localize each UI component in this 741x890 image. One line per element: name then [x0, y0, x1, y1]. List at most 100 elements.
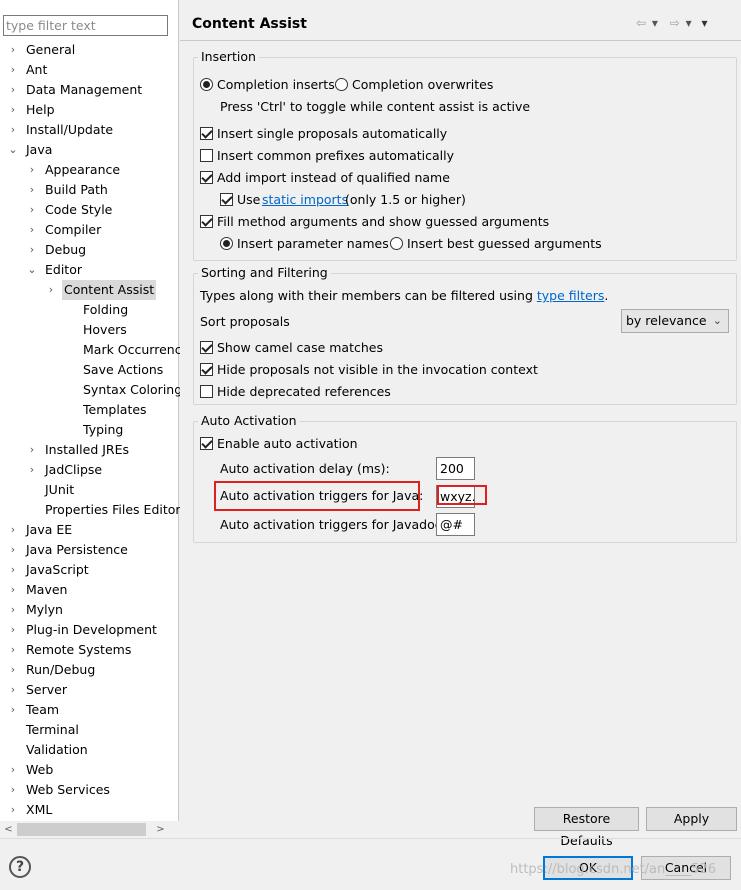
scroll-right-arrow-icon[interactable]: > [152, 821, 169, 838]
chevron-right-icon[interactable]: › [7, 660, 19, 680]
tree-horizontal-scrollbar[interactable]: < > [0, 821, 179, 838]
tree-item[interactable]: › Content Assist [0, 280, 179, 300]
static-imports-link[interactable]: static imports [262, 190, 348, 210]
tree-item-label: Editor [45, 262, 82, 277]
tree-item[interactable]: › Ant [0, 60, 179, 80]
chevron-right-icon[interactable]: › [7, 760, 19, 780]
tree-item[interactable]: › Debug [0, 240, 179, 260]
chevron-right-icon[interactable]: › [7, 60, 19, 80]
tree-item[interactable]: › JadClipse [0, 460, 179, 480]
auto-activation-javadoc-input[interactable] [436, 513, 475, 536]
tree-item[interactable]: › Plug-in Development [0, 620, 179, 640]
checkbox-indicator[interactable] [220, 193, 233, 206]
scroll-left-arrow-icon[interactable]: < [0, 821, 17, 838]
chevron-right-icon[interactable]: › [26, 220, 38, 240]
tree-item[interactable]: › Install/Update [0, 120, 179, 140]
chevron-right-icon[interactable]: › [26, 460, 38, 480]
help-icon[interactable]: ? [9, 856, 31, 878]
radio-indicator[interactable] [220, 237, 233, 250]
tree-item[interactable]: Syntax Coloring [0, 380, 182, 400]
tree-item[interactable]: ⌄ Java [0, 140, 179, 160]
chevron-right-icon[interactable]: › [7, 540, 19, 560]
tree-item[interactable]: › Appearance [0, 160, 179, 180]
tree-item[interactable]: › Server [0, 680, 179, 700]
chevron-right-icon[interactable]: › [7, 120, 19, 140]
tree-item[interactable]: › Installed JREs [0, 440, 179, 460]
chevron-right-icon[interactable]: › [7, 600, 19, 620]
checkbox-indicator[interactable] [200, 341, 213, 354]
tree-item[interactable]: Terminal [0, 720, 179, 740]
tree-item[interactable]: Save Actions [0, 360, 179, 380]
tree-item[interactable]: › Code Style [0, 200, 179, 220]
tree-item[interactable]: JUnit [0, 480, 179, 500]
checkbox-indicator[interactable] [200, 149, 213, 162]
tree-item[interactable]: › Data Management [0, 80, 179, 100]
tree-item[interactable]: › Java Persistence [0, 540, 179, 560]
radio-indicator[interactable] [390, 237, 403, 250]
restore-defaults-button[interactable]: Restore Defaults [534, 807, 639, 848]
scroll-thumb[interactable] [17, 823, 146, 836]
chevron-right-icon[interactable]: › [26, 180, 38, 200]
type-filters-link[interactable]: type filters [537, 288, 605, 303]
chevron-right-icon[interactable]: › [7, 700, 19, 720]
chevron-down-icon[interactable]: ⌄ [26, 260, 38, 280]
tree-item[interactable]: › Maven [0, 580, 179, 600]
apply-button[interactable]: Apply [646, 807, 737, 831]
tree-item[interactable]: Typing [0, 420, 179, 440]
tree-item[interactable]: › Help [0, 100, 179, 120]
chevron-right-icon[interactable]: › [7, 80, 19, 100]
tree-item[interactable]: Mark Occurrences [0, 340, 196, 360]
checkbox-indicator[interactable] [200, 437, 213, 450]
tree-item[interactable]: › Team [0, 700, 179, 720]
tree-item[interactable]: Properties Files Editor [0, 500, 181, 520]
back-arrow-icon[interactable]: ⇦ [636, 16, 646, 30]
chevron-down-icon[interactable]: ⌄ [7, 140, 19, 160]
chevron-right-icon[interactable]: › [45, 280, 57, 300]
tree-item[interactable]: › Mylyn [0, 600, 179, 620]
chevron-right-icon[interactable]: › [26, 240, 38, 260]
tree-item[interactable]: › Remote Systems [0, 640, 179, 660]
highlight-annotation [437, 485, 487, 505]
chevron-right-icon[interactable]: › [7, 620, 19, 640]
chevron-right-icon[interactable]: › [7, 800, 19, 820]
chevron-right-icon[interactable]: › [7, 640, 19, 660]
filter-input[interactable] [3, 15, 168, 36]
chevron-right-icon[interactable]: › [7, 40, 19, 60]
chevron-right-icon[interactable]: › [7, 780, 19, 800]
forward-arrow-icon[interactable]: ⇨ [670, 16, 680, 30]
chevron-right-icon[interactable]: › [26, 160, 38, 180]
radio-indicator[interactable] [200, 78, 213, 91]
tree-item[interactable]: › Web Services [0, 780, 179, 800]
sort-proposals-select[interactable]: by relevance ⌄ [621, 309, 729, 333]
chevron-right-icon[interactable]: › [26, 200, 38, 220]
checkbox-indicator[interactable] [200, 127, 213, 140]
tree-item[interactable]: › JavaScript [0, 560, 179, 580]
tree-item[interactable]: › General [0, 40, 179, 60]
tree-item[interactable]: Validation [0, 740, 179, 760]
back-menu-chevron-icon[interactable]: ▾ [652, 16, 658, 30]
radio-indicator[interactable] [335, 78, 348, 91]
tree-item[interactable]: › Run/Debug [0, 660, 179, 680]
tree-item[interactable]: › Compiler [0, 220, 179, 240]
tree-item[interactable]: Templates [0, 400, 179, 420]
checkbox-indicator[interactable] [200, 171, 213, 184]
tree-item[interactable]: Hovers [0, 320, 179, 340]
view-menu-chevron-icon[interactable]: ▾ [702, 16, 708, 30]
chevron-right-icon[interactable]: › [7, 100, 19, 120]
chevron-right-icon[interactable]: › [26, 440, 38, 460]
checkbox-indicator[interactable] [200, 215, 213, 228]
chevron-right-icon[interactable]: › [7, 560, 19, 580]
forward-menu-chevron-icon[interactable]: ▾ [686, 16, 692, 30]
checkbox-indicator[interactable] [200, 363, 213, 376]
tree-item[interactable]: › Java EE [0, 520, 179, 540]
tree-item[interactable]: › Build Path [0, 180, 179, 200]
checkbox-indicator[interactable] [200, 385, 213, 398]
tree-item[interactable]: › XML [0, 800, 179, 820]
tree-item[interactable]: Folding [0, 300, 179, 320]
tree-item[interactable]: › Web [0, 760, 179, 780]
chevron-right-icon[interactable]: › [7, 680, 19, 700]
chevron-right-icon[interactable]: › [7, 520, 19, 540]
auto-activation-delay-input[interactable] [436, 457, 475, 480]
tree-item[interactable]: ⌄ Editor [0, 260, 179, 280]
chevron-right-icon[interactable]: › [7, 580, 19, 600]
